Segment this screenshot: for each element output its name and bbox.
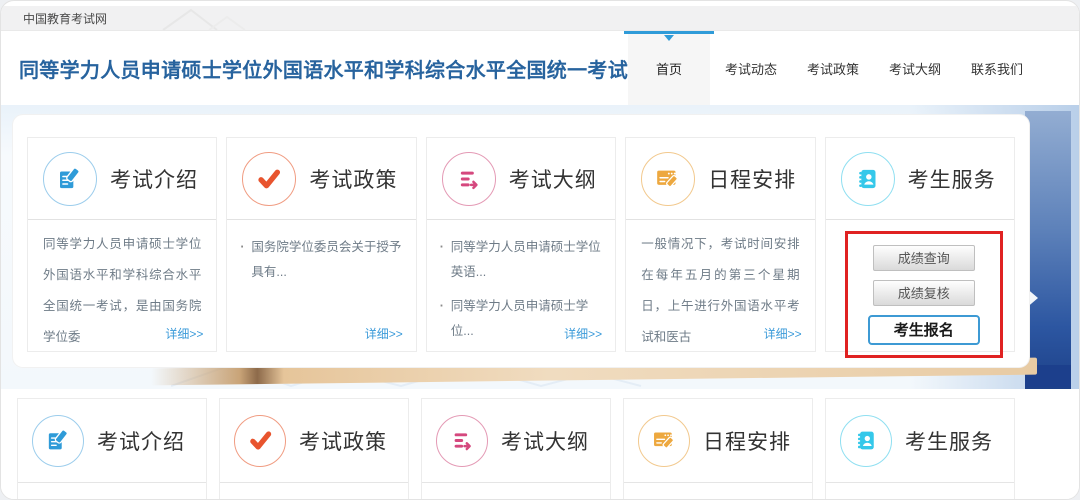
hero-blue-band (1025, 111, 1071, 389)
card-header: 考试介绍 (18, 399, 206, 483)
document-pen-icon (32, 415, 84, 467)
shortcut-section: 考试介绍 考试政策 (1, 389, 1079, 500)
list-item[interactable]: 国务院学位委员会关于授予具有... (251, 235, 403, 285)
candidate-register-button[interactable]: 考生报名 (868, 315, 980, 345)
card-bullet-list: 国务院学位委员会关于授予具有... (227, 220, 415, 285)
highlight-annotation-box: 成绩查询 成绩复核 考生报名 (845, 231, 1003, 358)
document-pen-icon (43, 152, 97, 206)
score-review-button[interactable]: 成绩复核 (873, 280, 975, 306)
card-header: 考试政策 (220, 399, 408, 483)
header: 同等学力人员申请硕士学位外国语水平和学科综合水平全国统一考试 首页 考试动态 考… (1, 31, 1079, 105)
check-icon (234, 415, 286, 467)
card-header: 日程安排 (626, 138, 814, 220)
detail-link[interactable]: 详细>> (165, 325, 203, 342)
card-header: 日程安排 (624, 399, 812, 483)
shortcut-exam-intro[interactable]: 考试介绍 (17, 398, 207, 500)
tab-exam-news[interactable]: 考试动态 (710, 31, 792, 105)
shortcut-exam-outline[interactable]: 考试大纲 (421, 398, 611, 500)
document-arrow-icon (436, 415, 488, 467)
mountain-watermark-icon (161, 7, 291, 31)
card-header: 考试政策 (227, 138, 415, 220)
tab-exam-outline[interactable]: 考试大纲 (874, 31, 956, 105)
tab-exam-policy[interactable]: 考试政策 (792, 31, 874, 105)
shortcut-schedule[interactable]: 日程安排 (623, 398, 813, 500)
card-title: 考生服务 (905, 426, 993, 456)
shortcut-candidate-services[interactable]: 考生服务 (825, 398, 1015, 500)
card-header: 考试介绍 (28, 138, 216, 220)
tab-contact-us[interactable]: 联系我们 (956, 31, 1038, 105)
card-title: 考试政策 (299, 426, 387, 456)
tab-home[interactable]: 首页 (628, 31, 710, 105)
page-title: 同等学力人员申请硕士学位外国语水平和学科综合水平全国统一考试 (19, 54, 628, 83)
card-title: 考试大纲 (501, 426, 589, 456)
detail-link[interactable]: 详细>> (365, 325, 403, 342)
content-panel: 考试介绍 同等学力人员申请硕士学位外国语水平和学科综合水平全国统一考试，是由国务… (13, 115, 1029, 367)
schedule-pen-icon (641, 152, 695, 206)
address-book-icon (841, 152, 895, 206)
card-title: 考试大纲 (509, 164, 597, 194)
card-header: 考试大纲 (427, 138, 615, 220)
site-name: 中国教育考试网 (23, 10, 107, 27)
document-arrow-icon (442, 152, 496, 206)
detail-link[interactable]: 详细>> (764, 325, 802, 342)
card-title: 考试政策 (309, 164, 397, 194)
card-schedule: 日程安排 一般情况下，考试时间安排在每年五月的第三个星期日，上午进行外国语水平考… (625, 137, 815, 352)
card-title: 日程安排 (708, 164, 796, 194)
card-candidate-services: 考生服务 成绩查询 成绩复核 考生报名 (825, 137, 1015, 352)
shortcut-exam-policy[interactable]: 考试政策 (219, 398, 409, 500)
card-title: 考试介绍 (110, 164, 198, 194)
card-exam-intro: 考试介绍 同等学力人员申请硕士学位外国语水平和学科综合水平全国统一考试，是由国务… (27, 137, 217, 352)
score-query-button[interactable]: 成绩查询 (873, 245, 975, 271)
check-icon (242, 152, 296, 206)
card-header: 考试大纲 (422, 399, 610, 483)
browser-page: 中国教育考试网 同等学力人员申请硕士学位外国语水平和学科综合水平全国统一考试 首… (0, 0, 1080, 500)
card-title: 考试介绍 (97, 426, 185, 456)
address-book-icon (840, 415, 892, 467)
card-exam-outline: 考试大纲 同等学力人员申请硕士学位英语... 同等学力人员申请硕士学位... 详… (426, 137, 616, 352)
hero-section: 考试介绍 同等学力人员申请硕士学位外国语水平和学科综合水平全国统一考试，是由国务… (1, 105, 1079, 389)
schedule-pen-icon (638, 415, 690, 467)
card-exam-policy: 考试政策 国务院学位委员会关于授予具有... 详细>> (226, 137, 416, 352)
list-item[interactable]: 同等学力人员申请硕士学位英语... (451, 235, 603, 285)
detail-link[interactable]: 详细>> (564, 325, 602, 342)
topbar: 中国教育考试网 (1, 6, 1079, 31)
main-nav: 首页 考试动态 考试政策 考试大纲 联系我们 (628, 31, 1038, 105)
card-title: 考生服务 (908, 164, 996, 194)
card-header: 考生服务 (826, 399, 1014, 483)
card-header: 考生服务 (826, 138, 1014, 220)
card-title: 日程安排 (703, 426, 791, 456)
